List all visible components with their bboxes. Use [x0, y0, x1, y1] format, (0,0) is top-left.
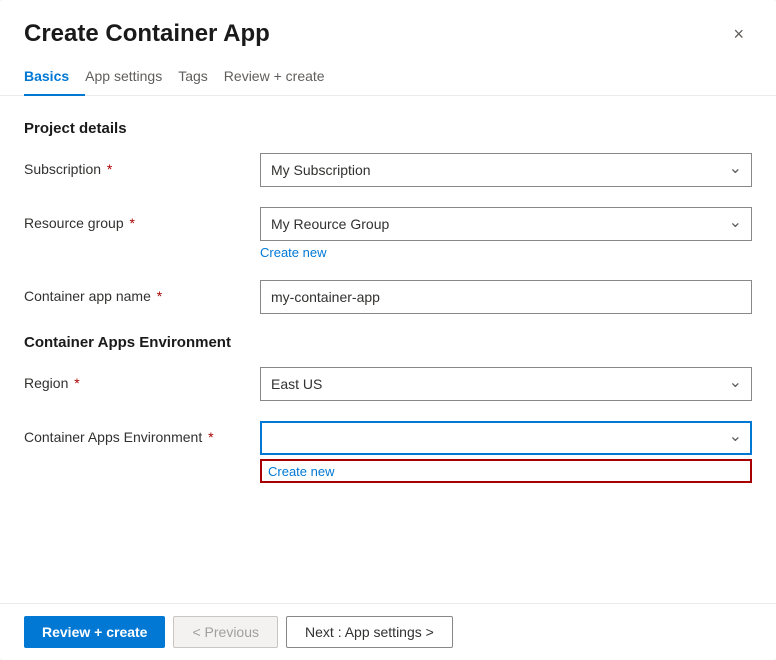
create-container-app-dialog: Create Container App × Basics App settin…: [0, 0, 776, 660]
environment-create-new-link[interactable]: Create new: [268, 464, 334, 479]
tab-app-settings[interactable]: App settings: [85, 60, 178, 96]
region-control-wrap: East US: [260, 367, 752, 401]
tab-tags[interactable]: Tags: [178, 60, 224, 96]
region-row: Region * East US: [24, 367, 752, 401]
project-details-heading: Project details: [24, 120, 752, 137]
environment-select-wrapper: [260, 421, 752, 455]
subscription-select[interactable]: My Subscription: [260, 153, 752, 187]
resource-group-control-wrap: My Reource Group Create new: [260, 207, 752, 260]
resource-group-select-wrapper: My Reource Group: [260, 207, 752, 241]
environment-control-wrap: Create new: [260, 421, 752, 483]
dialog-header: Create Container App ×: [0, 0, 776, 48]
resource-group-required-star: *: [126, 215, 135, 231]
region-select[interactable]: East US: [260, 367, 752, 401]
subscription-label: Subscription *: [24, 153, 244, 177]
dialog-body: Project details Subscription * My Subscr…: [0, 96, 776, 603]
environment-select[interactable]: [260, 421, 752, 455]
resource-group-label: Resource group *: [24, 207, 244, 231]
region-label: Region *: [24, 367, 244, 391]
container-app-name-row: Container app name *: [24, 280, 752, 314]
tabs-bar: Basics App settings Tags Review + create: [0, 48, 776, 96]
container-app-name-input[interactable]: [260, 280, 752, 314]
environment-required-star: *: [204, 429, 213, 445]
region-required-star: *: [70, 375, 79, 391]
next-button[interactable]: Next : App settings >: [286, 616, 453, 648]
resource-group-select[interactable]: My Reource Group: [260, 207, 752, 241]
resource-group-create-new-link[interactable]: Create new: [260, 245, 752, 260]
environment-row: Container Apps Environment * Create new: [24, 421, 752, 483]
review-create-button[interactable]: Review + create: [24, 616, 165, 648]
subscription-required-star: *: [103, 161, 112, 177]
environment-create-new-box: Create new: [260, 459, 752, 483]
subscription-row: Subscription * My Subscription: [24, 153, 752, 187]
tab-review-create[interactable]: Review + create: [224, 60, 341, 96]
resource-group-row: Resource group * My Reource Group Create…: [24, 207, 752, 260]
dialog-footer: Review + create < Previous Next : App se…: [0, 603, 776, 660]
environment-label: Container Apps Environment *: [24, 421, 244, 445]
previous-button[interactable]: < Previous: [173, 616, 278, 648]
tab-basics[interactable]: Basics: [24, 60, 85, 96]
container-app-name-control-wrap: [260, 280, 752, 314]
region-select-wrapper: East US: [260, 367, 752, 401]
subscription-select-wrapper: My Subscription: [260, 153, 752, 187]
container-app-name-required-star: *: [153, 288, 162, 304]
container-apps-environment-heading: Container Apps Environment: [24, 334, 752, 351]
subscription-control-wrap: My Subscription: [260, 153, 752, 187]
container-app-name-label: Container app name *: [24, 280, 244, 304]
close-button[interactable]: ×: [725, 21, 752, 47]
dialog-title: Create Container App: [24, 20, 270, 48]
